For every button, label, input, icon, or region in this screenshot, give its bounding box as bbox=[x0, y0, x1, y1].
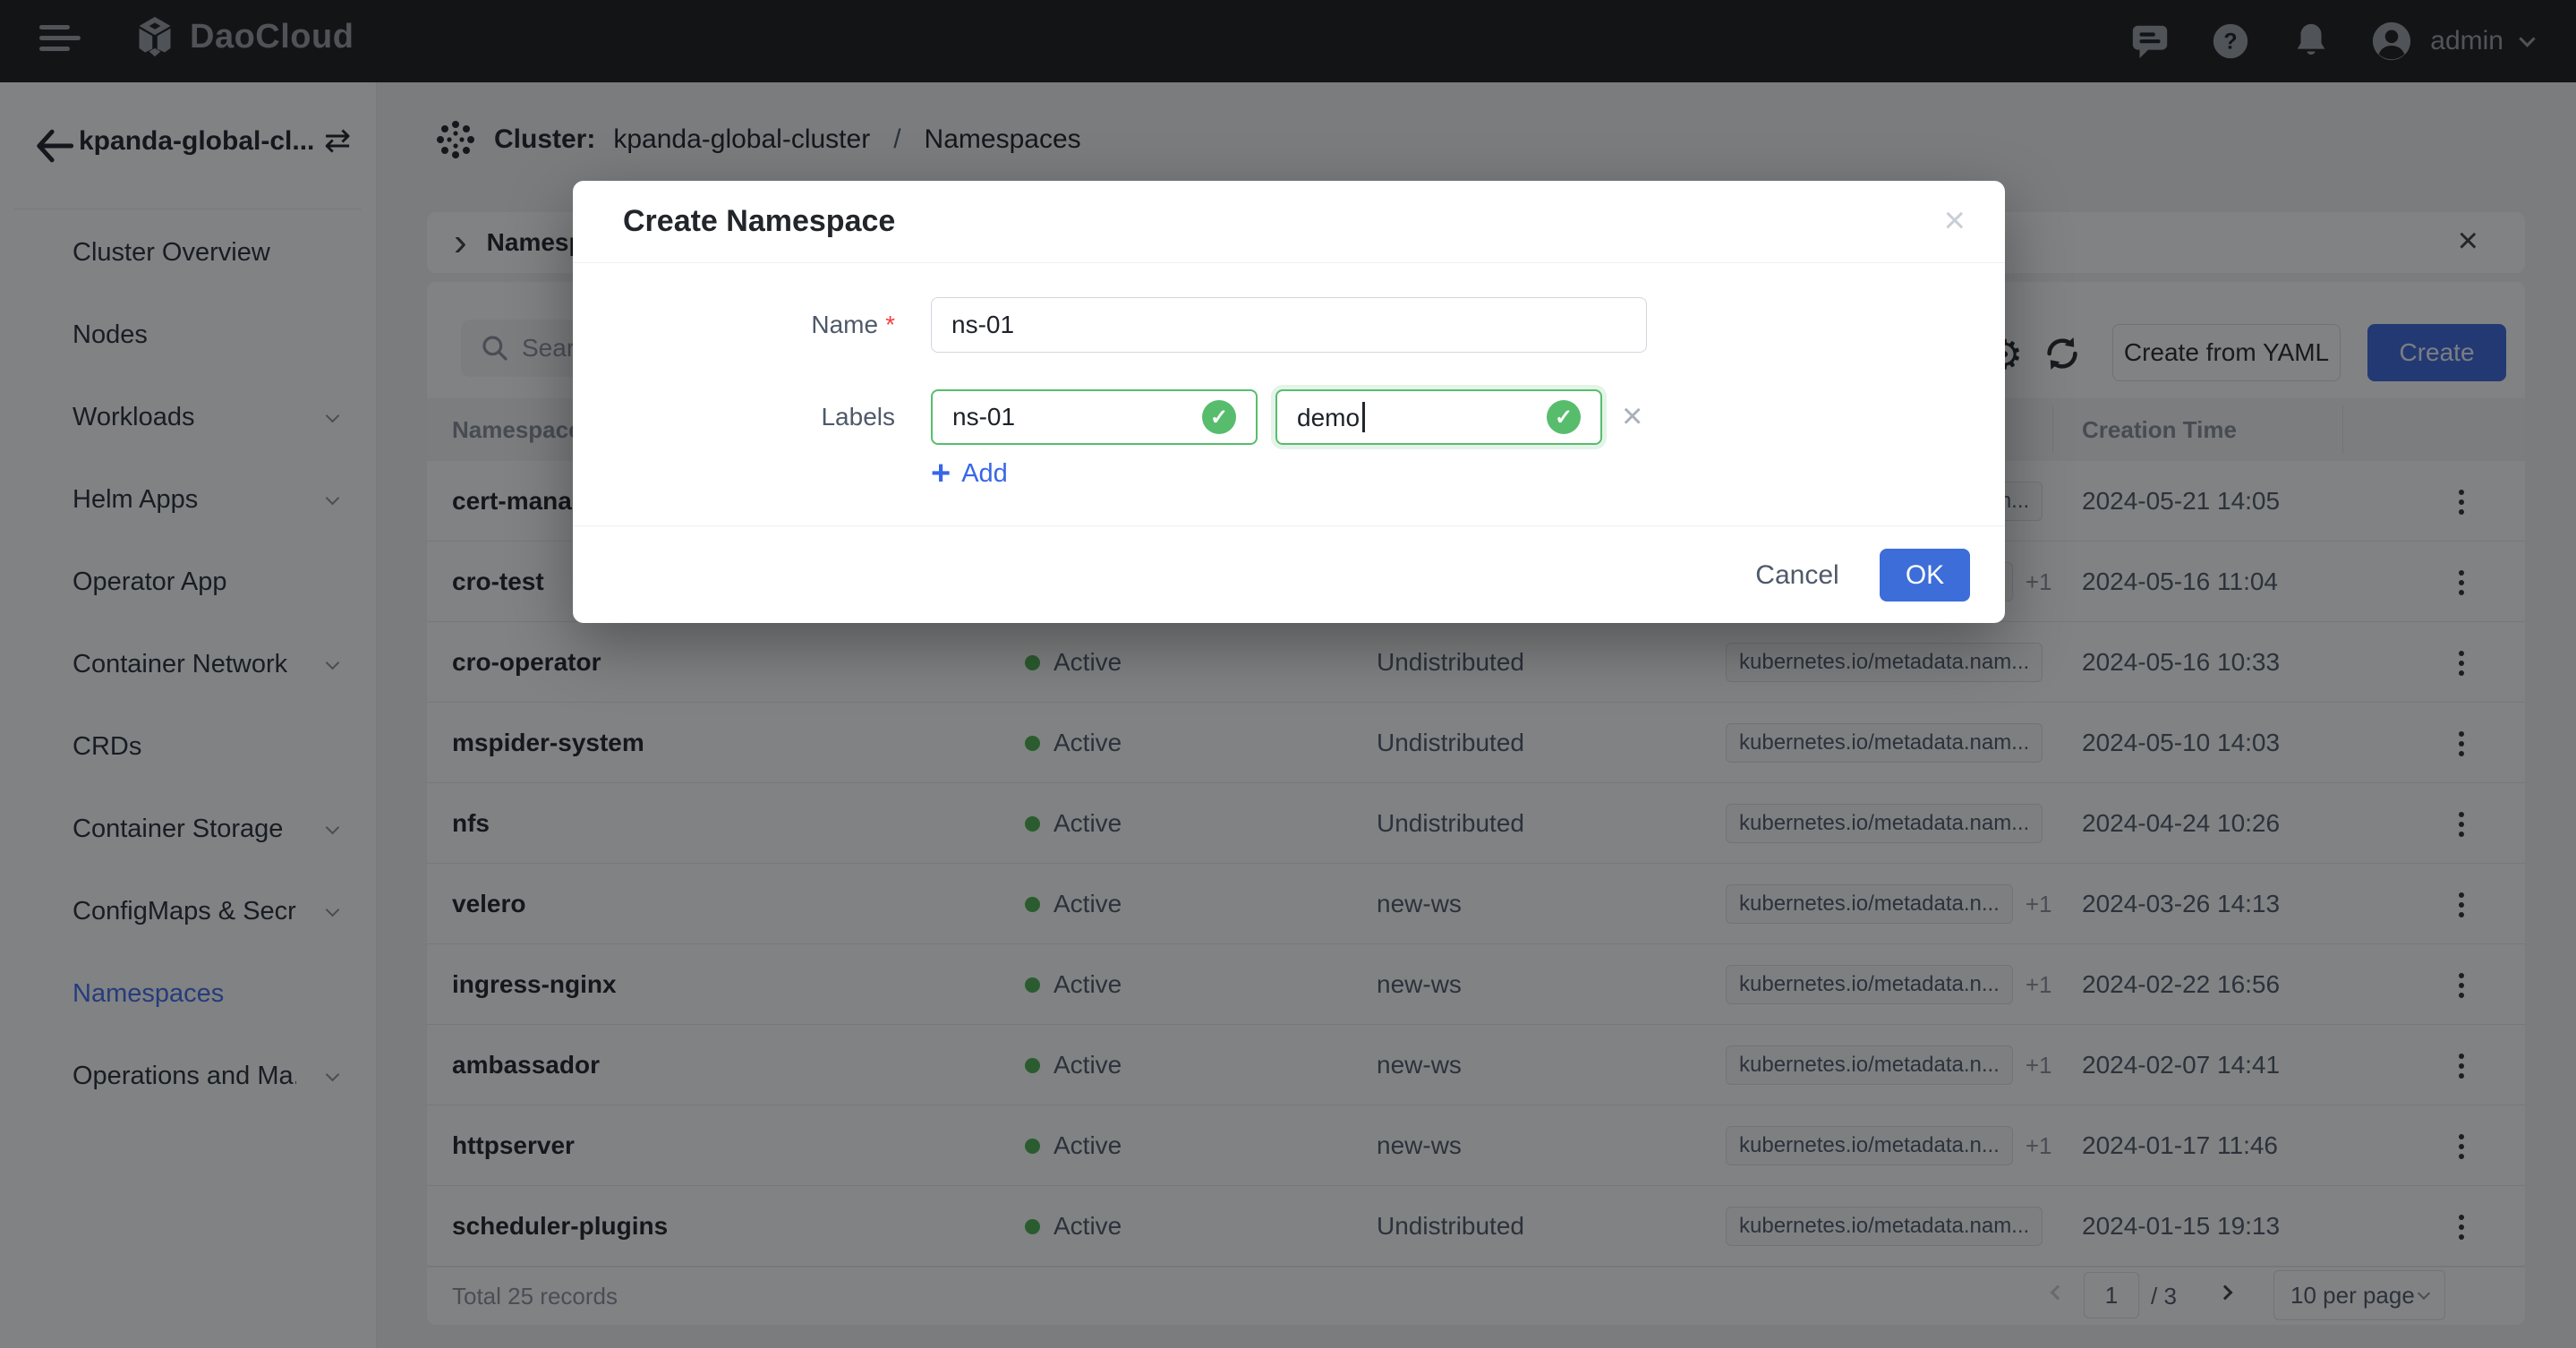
label-key-value: ns-01 bbox=[952, 403, 1195, 431]
add-label-button[interactable]: + Add bbox=[931, 456, 1008, 491]
text-cursor bbox=[1362, 402, 1365, 432]
modal-header: Create Namespace × bbox=[573, 181, 2005, 263]
screen: DaoCloud ? bbox=[0, 0, 2576, 1348]
remove-label-icon[interactable]: × bbox=[1622, 389, 1642, 445]
valid-check-icon: ✓ bbox=[1202, 400, 1236, 434]
cancel-button[interactable]: Cancel bbox=[1724, 550, 1871, 601]
modal-close-icon[interactable]: × bbox=[1943, 199, 1966, 242]
plus-icon: + bbox=[931, 456, 951, 491]
namespace-name-field[interactable] bbox=[931, 297, 1647, 353]
create-namespace-modal: Create Namespace × Name* Labels ns-01 ✓ … bbox=[573, 181, 2005, 623]
required-asterisk: * bbox=[885, 311, 895, 338]
label-key-field[interactable]: ns-01 ✓ bbox=[931, 389, 1258, 445]
modal-footer-divider bbox=[573, 525, 2005, 526]
labels-label: Labels bbox=[573, 389, 895, 445]
valid-check-icon: ✓ bbox=[1547, 400, 1581, 434]
modal-title: Create Namespace bbox=[623, 204, 895, 239]
name-label: Name* bbox=[573, 297, 895, 353]
label-value-field[interactable]: demo ✓ bbox=[1275, 389, 1602, 445]
label-value-text: demo bbox=[1297, 402, 1540, 432]
ok-button[interactable]: OK bbox=[1880, 549, 1970, 601]
